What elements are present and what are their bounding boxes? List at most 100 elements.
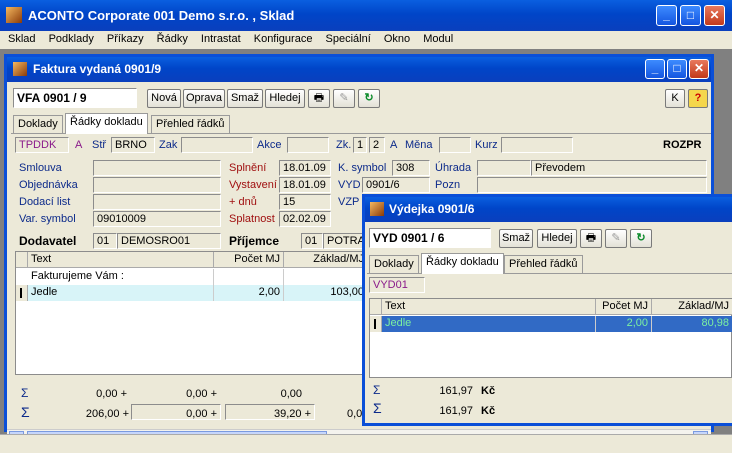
pozn-field[interactable] [477, 177, 707, 193]
vydejka-stamp-icon[interactable]: ✎ [605, 229, 627, 248]
vydejka-print-icon[interactable]: 🖶 [580, 229, 602, 248]
invoice-maximize-icon[interactable]: □ [667, 59, 687, 79]
dnu-field[interactable]: 15 [279, 194, 331, 210]
menu-modul[interactable]: Modul [423, 33, 453, 45]
ksymbol-field[interactable]: 308 [392, 160, 430, 176]
dodavatel-name[interactable]: DEMOSRO01 [117, 233, 221, 249]
table-cell[interactable]: 103,00 [284, 285, 368, 301]
menu-radky[interactable]: Řádky [157, 33, 188, 45]
vyd-col-zaklad[interactable]: Základ/MJ [652, 299, 732, 315]
tab-prehled-radku[interactable]: Přehled řádků [151, 115, 230, 134]
menu-intrastat[interactable]: Intrastat [201, 33, 241, 45]
vydejka-logo-icon [370, 202, 384, 216]
print-icon[interactable]: 🖶 [308, 89, 330, 108]
kurz-field[interactable] [501, 137, 573, 153]
menu-konfigurace[interactable]: Konfigurace [254, 33, 313, 45]
hledej-button[interactable]: Hledej [265, 89, 305, 108]
table-cell[interactable] [214, 269, 284, 285]
sigma-icon: Σ [373, 400, 382, 416]
vydejka-title: Výdejka 0901/6 [389, 202, 475, 216]
invoice-minimize-icon[interactable]: _ [645, 59, 665, 79]
menu-podklady[interactable]: Podklady [49, 33, 94, 45]
zk-label: Zk. [336, 139, 352, 151]
vyd-col-text[interactable]: Text [382, 299, 596, 315]
objednavka-field[interactable] [93, 177, 221, 193]
vyd-col-pocet[interactable]: Počet MJ [596, 299, 652, 315]
zk2-field[interactable]: 2 [369, 137, 385, 153]
refresh-icon[interactable]: ↻ [358, 89, 380, 108]
prijemce-name[interactable]: POTRA [323, 233, 367, 249]
vydejka-doc-number[interactable]: VYD 0901 / 6 [369, 228, 491, 248]
total-r2-c1: 206,00 + [85, 408, 129, 420]
vydejka-window: Výdejka 0901/6 VYD 0901 / 6 Smaž Hledej … [362, 194, 732, 426]
col-pocet[interactable]: Počet MJ [214, 252, 284, 268]
table-cell[interactable]: 80,98 [652, 316, 732, 332]
table-cell[interactable]: 2,00 [596, 316, 652, 332]
zk1-field[interactable]: 1 [353, 137, 367, 153]
total-r1-c3: 0,00 [280, 388, 302, 400]
menu-sklad[interactable]: Sklad [8, 33, 36, 45]
smlouva-field[interactable] [93, 160, 221, 176]
tab-doklady[interactable]: Doklady [13, 115, 63, 134]
maximize-icon[interactable]: □ [680, 5, 701, 26]
vydejka-tab-prehled[interactable]: Přehled řádků [504, 255, 583, 274]
dodavatel-num[interactable]: 01 [93, 233, 117, 249]
zak-field[interactable] [181, 137, 253, 153]
vyd-total-1: 161,97 [439, 385, 473, 397]
akce-field[interactable] [287, 137, 329, 153]
vyd-field[interactable]: 0901/6 [362, 177, 430, 193]
nova-button[interactable]: Nová [147, 89, 181, 108]
table-cell[interactable] [284, 269, 368, 285]
vydejka-smaz-button[interactable]: Smaž [499, 229, 533, 248]
total-r1-c1: 0,00 + [96, 388, 127, 400]
vystaveni-field[interactable]: 18.01.09 [279, 177, 331, 193]
smaz-button[interactable]: Smaž [227, 89, 263, 108]
splneni-field[interactable]: 18.01.09 [279, 160, 331, 176]
zak-label: Zak [159, 139, 178, 151]
dodaci-field[interactable] [93, 194, 221, 210]
splneni-label: Splnění [229, 162, 267, 174]
mena-label: Měna [405, 139, 433, 151]
vyd01-field[interactable]: VYD01 [369, 277, 425, 293]
prijemce-num[interactable]: 01 [301, 233, 323, 249]
splatnost-field[interactable]: 02.02.09 [279, 211, 331, 227]
col-text[interactable]: Text [28, 252, 214, 268]
sigma-icon: Σ [21, 386, 29, 400]
vydejka-tab-doklady[interactable]: Doklady [369, 255, 419, 274]
varsym-field[interactable]: 09010009 [93, 211, 221, 227]
vydejka-titlebar: Výdejka 0901/6 [365, 197, 732, 222]
minimize-icon[interactable]: _ [656, 5, 677, 26]
vydejka-refresh-icon[interactable]: ↻ [630, 229, 652, 248]
oprava-button[interactable]: Oprava [183, 89, 225, 108]
mena-field[interactable] [439, 137, 471, 153]
close-icon[interactable]: ✕ [704, 5, 725, 26]
help-button[interactable]: ? [688, 89, 708, 108]
menu-prikazy[interactable]: Příkazy [107, 33, 144, 45]
vydejka-tab-radky[interactable]: Řádky dokladu [421, 253, 504, 274]
menu-specialni[interactable]: Speciální [326, 33, 371, 45]
app-logo-icon [6, 7, 22, 23]
prijemce-label: Příjemce [229, 234, 280, 248]
table-row[interactable]: Jedle [382, 316, 596, 332]
vyd-grid-corner [370, 299, 382, 315]
k-button[interactable]: K [665, 89, 685, 108]
invoice-doc-number[interactable]: VFA 0901 / 9 [13, 88, 137, 108]
uhrada-field[interactable]: Převodem [531, 160, 707, 176]
tab-radky-dokladu[interactable]: Řádky dokladu [65, 113, 148, 134]
sigma-icon: Σ [21, 404, 30, 420]
str-field[interactable]: BRNO [111, 137, 155, 153]
invoice-close-icon[interactable]: ✕ [689, 59, 709, 79]
vydejka-hledej-button[interactable]: Hledej [537, 229, 577, 248]
table-row[interactable]: Jedle [28, 285, 214, 301]
uhrada-code[interactable] [477, 160, 531, 176]
varsym-label: Var. symbol [19, 213, 76, 225]
menu-okno[interactable]: Okno [384, 33, 410, 45]
stamp-icon[interactable]: ✎ [333, 89, 355, 108]
vyd-total-1-unit: Kč [481, 385, 496, 397]
tpddk-field[interactable]: TPDDK [15, 137, 69, 153]
table-row[interactable]: Fakturujeme Vám : [28, 269, 214, 285]
pozn-label: Pozn [435, 179, 461, 191]
menu-bar: Sklad Podklady Příkazy Řádky Intrastat K… [0, 31, 732, 49]
table-cell[interactable]: 2,00 [214, 285, 284, 301]
col-zaklad[interactable]: Základ/MJ [284, 252, 368, 268]
